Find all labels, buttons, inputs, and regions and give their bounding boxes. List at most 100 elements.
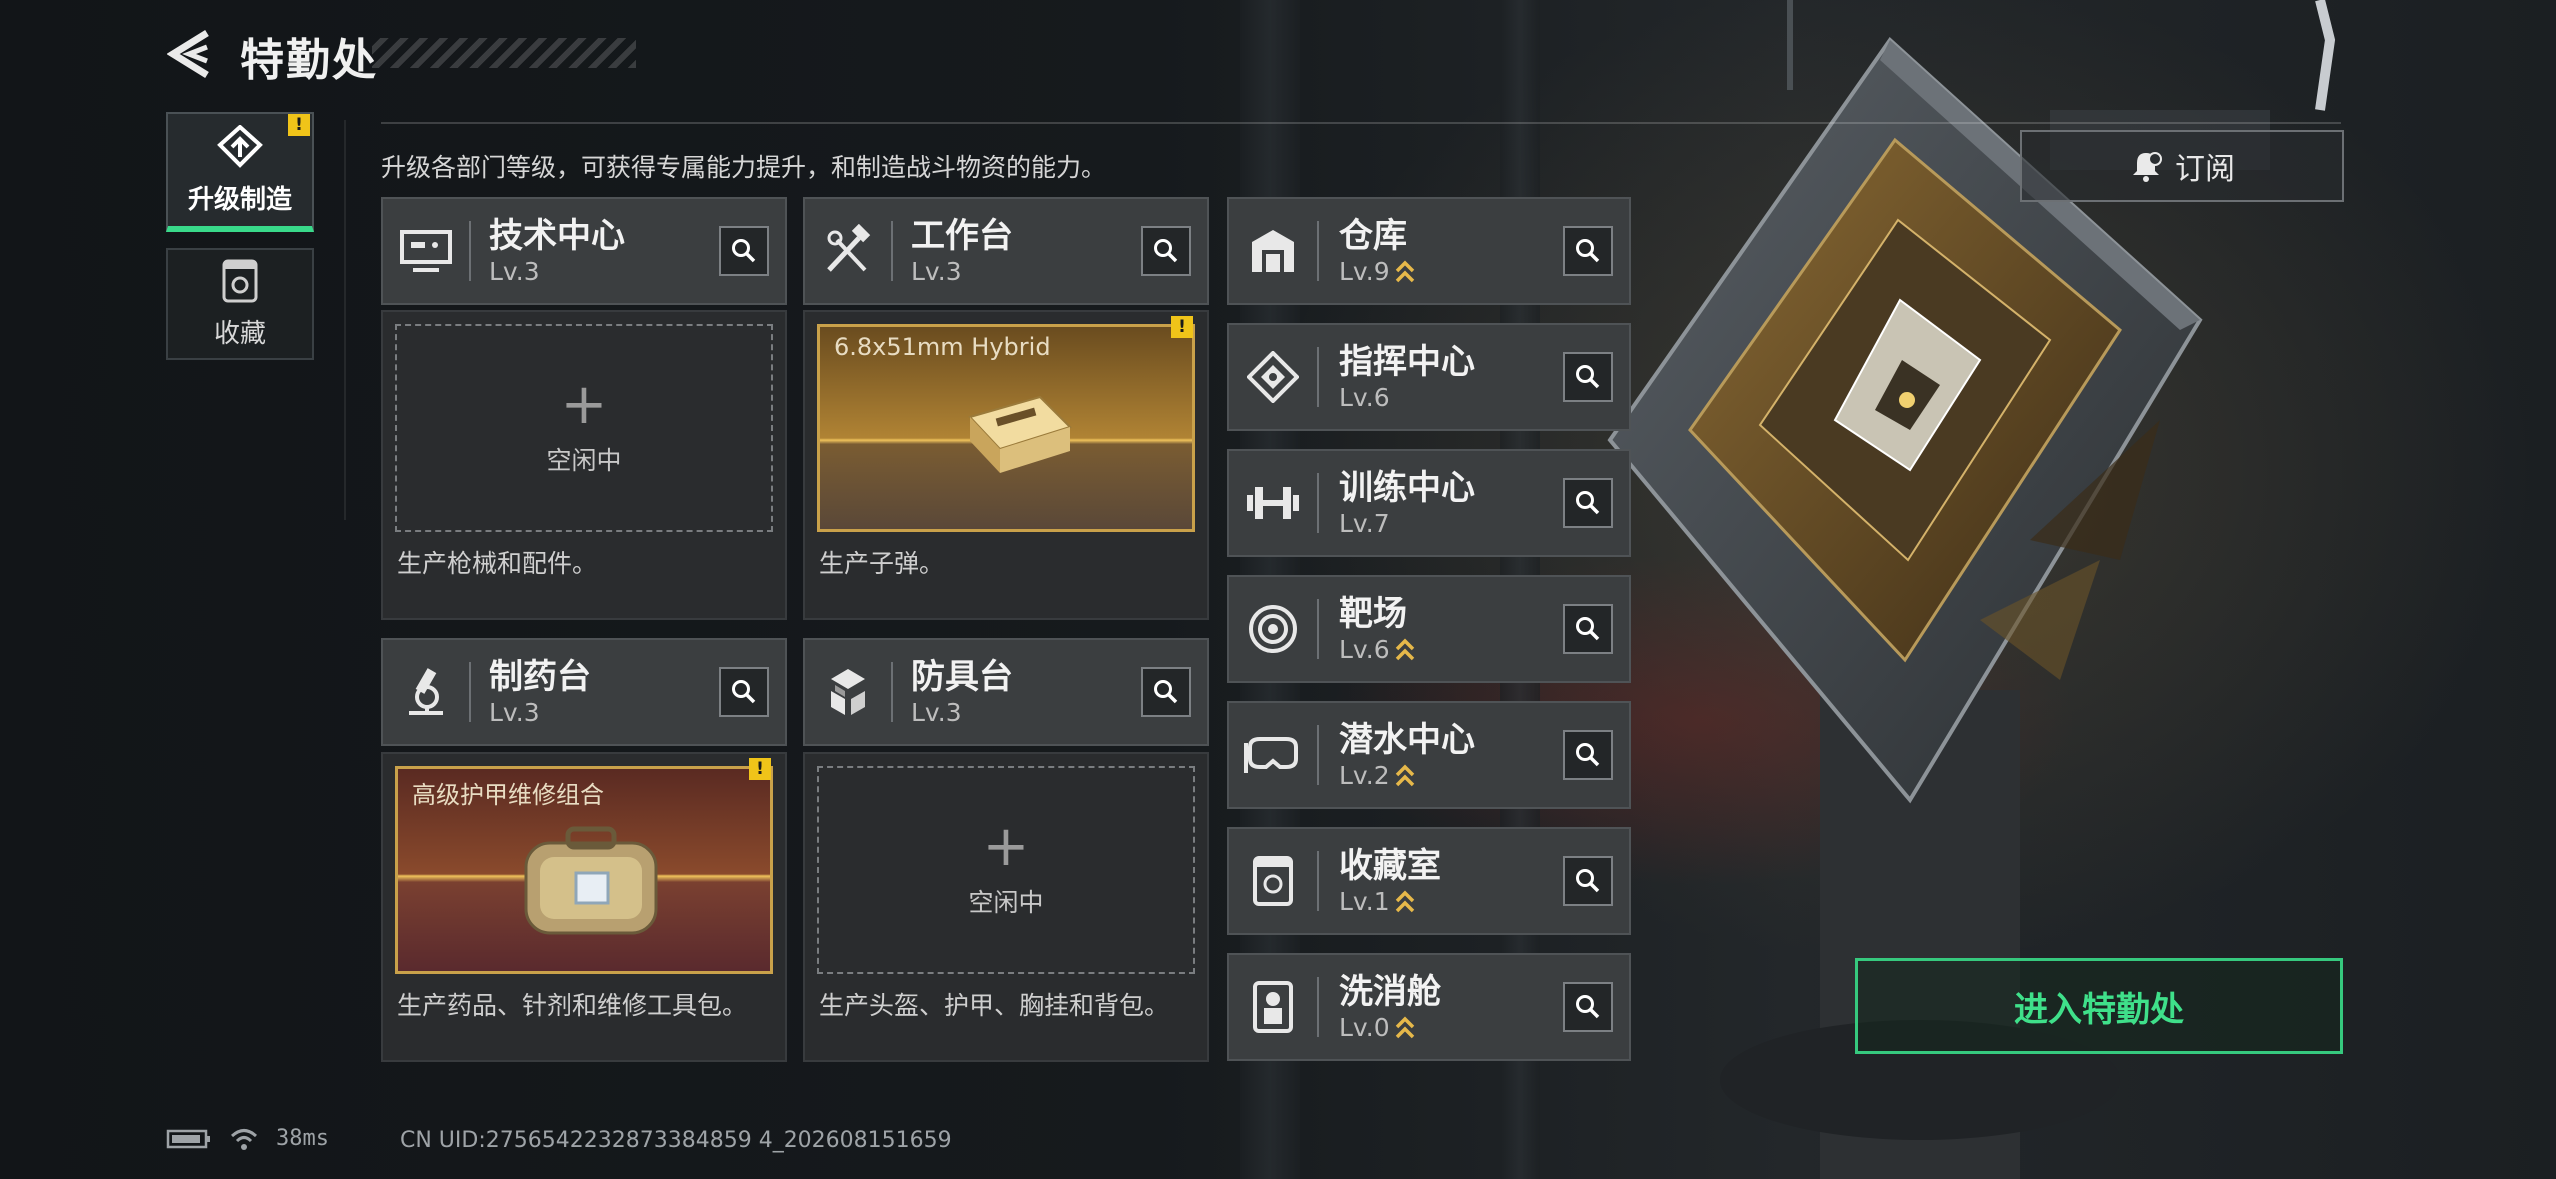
command-icon bbox=[1229, 351, 1317, 403]
divider bbox=[891, 221, 893, 281]
user-uid: CN UID:2756542232873384859 4_20260815165… bbox=[400, 1128, 952, 1153]
microscope-icon bbox=[383, 640, 469, 744]
workshop-body-armor-bench: + 空闲中 生产头盔、护甲、胸挂和背包。 bbox=[803, 752, 1209, 1062]
back-button[interactable] bbox=[160, 22, 220, 86]
workshop-level: Lv.3 bbox=[911, 256, 962, 286]
workshop-name: 防具台 bbox=[911, 656, 1013, 697]
ping-readout: 38ms bbox=[276, 1126, 329, 1151]
search-icon bbox=[1154, 680, 1178, 704]
search-icon bbox=[1576, 995, 1600, 1019]
divider bbox=[1317, 851, 1319, 911]
search-button[interactable] bbox=[719, 226, 769, 276]
divider bbox=[891, 662, 893, 722]
upgrade-available-icon bbox=[1395, 260, 1414, 283]
search-icon bbox=[1576, 743, 1600, 767]
department-name: 仓库 bbox=[1339, 215, 1407, 256]
tab-upgrade-manufacture[interactable]: 升级制造 ! bbox=[166, 112, 314, 232]
product-name: 6.8x51mm Hybrid bbox=[834, 333, 1051, 361]
divider bbox=[381, 122, 2341, 124]
collection-icon bbox=[222, 259, 258, 302]
workshop-name: 技术中心 bbox=[489, 215, 625, 256]
department-name: 收藏室 bbox=[1339, 845, 1441, 886]
workshop-header-pharmacy[interactable]: 制药台 Lv.3 bbox=[381, 638, 787, 746]
search-icon bbox=[732, 239, 756, 263]
tab-collection[interactable]: 收藏 bbox=[166, 248, 314, 360]
wifi-icon bbox=[230, 1128, 258, 1150]
search-button[interactable] bbox=[1141, 667, 1191, 717]
department-level: Lv.1 bbox=[1339, 886, 1390, 916]
page-title: 特勤处 bbox=[240, 35, 378, 86]
department-name: 潜水中心 bbox=[1339, 719, 1475, 760]
workshop-header-armor-bench[interactable]: 防具台 Lv.3 bbox=[803, 638, 1209, 746]
chevron-left-icon bbox=[167, 30, 209, 78]
department-name: 指挥中心 bbox=[1339, 341, 1475, 382]
search-icon bbox=[1576, 239, 1600, 263]
workshop-header-workbench[interactable]: 工作台 Lv.3 bbox=[803, 197, 1209, 305]
search-button[interactable] bbox=[1563, 856, 1613, 906]
divider bbox=[1317, 599, 1319, 659]
warning-badge: ! bbox=[749, 758, 771, 780]
department-name: 训练中心 bbox=[1339, 467, 1475, 508]
divider bbox=[469, 221, 471, 281]
subscribe-button[interactable]: 订阅 bbox=[2020, 130, 2344, 202]
department-training-center[interactable]: 训练中心 Lv.7 bbox=[1227, 449, 1631, 557]
department-diving-center[interactable]: 潜水中心 Lv.2 bbox=[1227, 701, 1631, 809]
divider bbox=[469, 662, 471, 722]
warning-badge: ! bbox=[1171, 316, 1193, 338]
idle-label: 空闲中 bbox=[546, 446, 622, 475]
workshop-body-workbench: 6.8x51mm Hybrid ! 生产子弹。 bbox=[803, 310, 1209, 620]
department-level: Lv.9 bbox=[1339, 256, 1390, 286]
department-level: Lv.7 bbox=[1339, 508, 1390, 538]
search-button[interactable] bbox=[1141, 226, 1191, 276]
search-button[interactable] bbox=[1563, 478, 1613, 528]
warning-badge: ! bbox=[288, 114, 310, 136]
workshop-level: Lv.3 bbox=[911, 697, 962, 727]
production-slot-active[interactable]: 6.8x51mm Hybrid bbox=[817, 324, 1195, 532]
department-level: Lv.6 bbox=[1339, 382, 1390, 412]
production-slot-empty[interactable]: + 空闲中 bbox=[395, 324, 773, 532]
divider bbox=[1317, 473, 1319, 533]
monitor-icon bbox=[383, 199, 469, 303]
divider bbox=[1317, 221, 1319, 281]
workshop-body-tech-center: + 空闲中 生产枪械和配件。 bbox=[381, 310, 787, 620]
search-icon bbox=[1576, 869, 1600, 893]
tools-icon bbox=[805, 199, 891, 303]
diving-mask-icon bbox=[1229, 733, 1317, 777]
product-name: 高级护甲维修组合 bbox=[412, 781, 604, 809]
workshop-level: Lv.3 bbox=[489, 256, 540, 286]
plus-icon: + bbox=[982, 814, 1030, 879]
department-name: 洗消舱 bbox=[1339, 971, 1441, 1012]
search-button[interactable] bbox=[1563, 352, 1613, 402]
workshop-caption: 生产枪械和配件。 bbox=[397, 549, 598, 578]
repair-kit-image bbox=[524, 826, 658, 935]
production-slot-active[interactable]: 高级护甲维修组合 bbox=[395, 766, 773, 974]
decon-suit-icon bbox=[1229, 981, 1317, 1033]
upgrade-available-icon bbox=[1395, 764, 1414, 787]
department-warehouse[interactable]: 仓库 Lv.9 bbox=[1227, 197, 1631, 305]
status-bar: 38ms bbox=[166, 1126, 329, 1151]
workshop-level: Lv.3 bbox=[489, 697, 540, 727]
search-button[interactable] bbox=[1563, 982, 1613, 1032]
warehouse-icon bbox=[1229, 228, 1317, 274]
search-button[interactable] bbox=[1563, 730, 1613, 780]
search-button[interactable] bbox=[1563, 226, 1613, 276]
upgrade-available-icon bbox=[1395, 1016, 1414, 1039]
department-decontamination-pod[interactable]: 洗消舱 Lv.0 bbox=[1227, 953, 1631, 1061]
enter-special-ops-button[interactable]: 进入特勤处 bbox=[1855, 958, 2343, 1054]
upgrade-icon bbox=[217, 124, 263, 168]
search-button[interactable] bbox=[1563, 604, 1613, 654]
display-case-icon bbox=[1229, 856, 1317, 906]
department-command-center[interactable]: 指挥中心 Lv.6 bbox=[1227, 323, 1631, 431]
search-icon bbox=[1154, 239, 1178, 263]
department-collection-room[interactable]: 收藏室 Lv.1 bbox=[1227, 827, 1631, 935]
divider bbox=[1317, 347, 1319, 407]
dumbbell-icon bbox=[1229, 483, 1317, 523]
workshop-header-tech-center[interactable]: 技术中心 Lv.3 bbox=[381, 197, 787, 305]
production-slot-empty[interactable]: + 空闲中 bbox=[817, 766, 1195, 974]
search-icon bbox=[1576, 365, 1600, 389]
department-shooting-range[interactable]: 靶场 Lv.6 bbox=[1227, 575, 1631, 683]
search-button[interactable] bbox=[719, 667, 769, 717]
department-level: Lv.0 bbox=[1339, 1012, 1390, 1042]
department-level: Lv.2 bbox=[1339, 760, 1390, 790]
enter-label: 进入特勤处 bbox=[2014, 989, 2184, 1030]
